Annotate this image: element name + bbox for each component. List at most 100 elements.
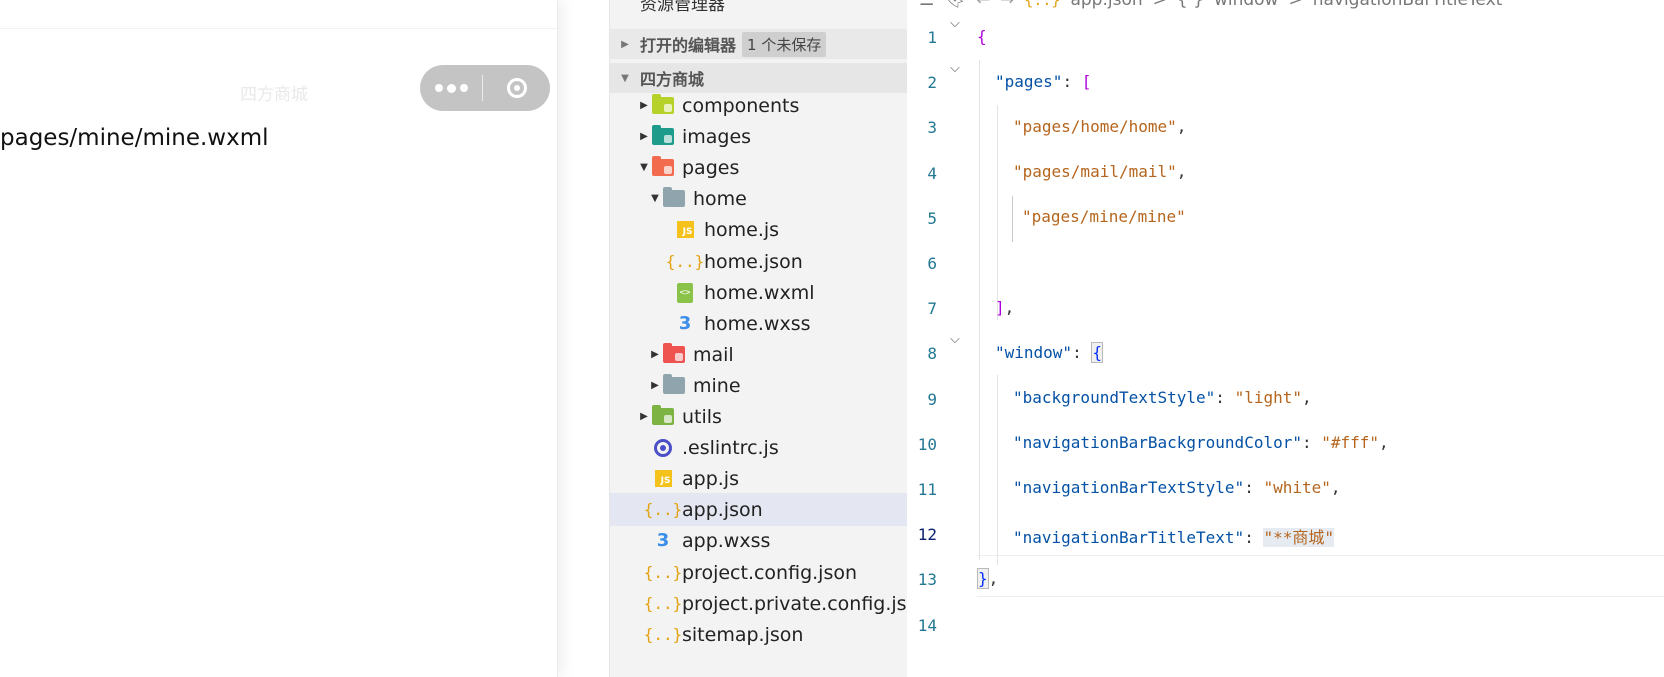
code-line-10: "navigationBarBackgroundColor": "#fff", [1013,433,1389,452]
active-indent-guide [1012,196,1013,242]
tree-item-app-wxss[interactable]: 3 app.wxss [610,524,908,557]
code-area[interactable]: { "pages": [ "pages/home/home", "pages/m… [977,0,1664,677]
tree-item-project-private-config-js[interactable]: {..} project.private.config.js... [610,587,909,620]
tree-item-eslintrc-js[interactable]: .eslintrc.js [610,431,908,464]
line-number: 8 [927,344,937,363]
css-file-icon: 3 [678,313,692,334]
indent-guide [997,375,998,565]
tree-item-label: app.json [682,498,763,521]
open-folder-icon [661,187,687,210]
tree-item-home[interactable]: ▼ home [610,182,908,215]
css-file-icon: 3 [656,530,670,551]
fold-chevron-icon[interactable]: ⌵ [950,61,960,76]
eslint-icon [650,437,676,459]
tree-item-label: components [682,94,800,117]
line-number: 4 [927,164,937,183]
line-number: 5 [927,209,937,228]
line-number: 1 [927,28,937,47]
explorer-more-button[interactable]: ··· [860,0,880,9]
current-line-highlight [977,555,1664,597]
mail-folder-icon [661,343,687,366]
code-line-2: "pages": [ [995,72,1092,91]
chevron-right-icon: ▶ [621,38,629,50]
components-folder-icon [650,94,676,117]
tree-item-pages[interactable]: ▼ pages [610,151,908,184]
fold-chevron-icon[interactable]: ⌵ [950,16,960,31]
chevron-down-icon: ▼ [640,162,648,173]
matched-bracket: } [977,568,989,589]
project-label: 四方商城 [640,70,705,89]
open-editors-label: 打开的编辑器 [640,36,737,55]
selected-text: **商城 [1273,528,1325,547]
chevron-down-icon: ▼ [651,193,659,204]
tree-item-app-js[interactable]: JS app.js [610,462,908,495]
tree-item-label: home.wxss [704,312,811,335]
code-line-4: "pages/mail/mail", [1013,162,1187,181]
simulator-nav-title: 四方商城 [240,85,308,105]
tree-item-home-wxss[interactable]: 3 home.wxss [610,307,908,340]
line-number: 9 [927,390,937,409]
tree-item-label: mine [693,374,741,397]
chevron-right-icon: ▶ [640,411,648,422]
json-file-icon: {..} [643,594,683,613]
tree-item-label: home.wxml [704,281,815,304]
tree-item-label: home.js [704,218,780,241]
js-file-icon: JS [672,219,698,241]
tree-item-components[interactable]: ▶ components [610,89,908,122]
tree-item-label: pages [682,156,740,179]
simulator-page-text: pages/mine/mine.wxml [0,125,269,151]
js-file-icon: JS [650,468,676,490]
images-folder-icon [650,125,676,148]
folder-icon [661,374,687,397]
unsaved-badge: 1 个未保存 [742,31,827,57]
simulator-panel: 四方商城 pages/mine/mine.wxml [0,0,558,677]
tree-item-label: images [682,125,752,148]
chevron-right-icon: ▶ [651,349,659,360]
line-number: 10 [917,435,937,454]
code-editor: ☰ 🔖︎ ← → {..} app.json > { } window > na… [907,0,1664,677]
explorer-title: 资源管理器 [640,0,725,15]
line-number-gutter: 1 ⌵ 2 ⌵ 3 4 5 6 7 8 ⌵ 9 10 11 12 13 14 [907,0,967,677]
code-line-12: "navigationBarTitleText": "**商城" [1013,528,1335,547]
tree-item-label: project.private.config.js... [682,592,909,615]
tree-item-project-config-json[interactable]: {..} project.config.json [610,556,908,589]
chevron-down-icon: ▼ [621,72,629,84]
tree-item-label: home.json [704,250,803,273]
json-file-icon: {..} [643,625,683,644]
code-line-8: "window": { [995,342,1103,363]
tree-item-home-wxml[interactable]: <> home.wxml [610,276,908,309]
json-file-icon: {..} [665,252,705,271]
simulator-divider [0,28,557,29]
tree-item-home-json[interactable]: {..} home.json [610,245,908,278]
tree-item-app-json[interactable]: {..} app.json [610,493,908,526]
chevron-right-icon: ▶ [640,131,648,142]
tree-item-utils[interactable]: ▶ utils [610,400,908,433]
tree-item-label: app.js [682,467,739,490]
code-line-13: }, [977,568,999,589]
tree-item-mine[interactable]: ▶ mine [610,369,908,402]
json-file-icon: {..} [643,563,683,582]
line-number: 11 [917,480,937,499]
tree-item-home-js[interactable]: JS home.js [610,213,908,246]
open-editors-section[interactable]: ▶ 打开的编辑器 1 个未保存 [610,29,908,59]
code-line-3: "pages/home/home", [1013,117,1187,136]
more-dots-icon[interactable] [420,83,482,93]
tree-item-label: sitemap.json [682,623,804,646]
utils-folder-icon [650,405,676,428]
tree-item-sitemap-json[interactable]: {..} sitemap.json [610,618,908,651]
tree-item-mail[interactable]: ▶ mail [610,338,908,371]
json-file-icon: {..} [643,500,683,519]
code-line-7: ], [995,298,1015,317]
code-line-9: "backgroundTextStyle": "light", [1013,388,1312,407]
tree-item-label: .eslintrc.js [682,436,779,459]
fold-chevron-icon[interactable]: ⌵ [950,332,960,347]
indent-guide [997,105,998,320]
tree-item-label: app.wxss [682,529,771,552]
tree-item-images[interactable]: ▶ images [610,120,908,153]
line-number: 12 [917,525,937,544]
target-close-icon[interactable] [483,78,550,98]
pages-folder-icon [650,156,676,179]
tree-item-label: mail [693,343,734,366]
miniprogram-capsule [420,65,550,111]
tree-item-label: home [693,187,747,210]
